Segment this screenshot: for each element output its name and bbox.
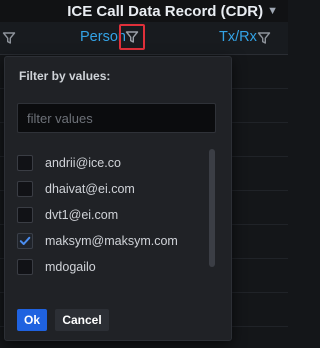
list-item[interactable]: andrii@ice.co <box>17 153 121 173</box>
cancel-button[interactable]: Cancel <box>55 309 109 331</box>
value-label: dvt1@ei.com <box>45 208 119 222</box>
checkmark-icon <box>19 236 31 245</box>
list-item[interactable]: dhaivat@ei.com <box>17 179 135 199</box>
checkbox[interactable] <box>17 259 33 275</box>
value-label: andrii@ice.co <box>45 156 121 170</box>
list-item[interactable]: mdogailo <box>17 257 96 277</box>
list-item[interactable]: maksym@maksym.com <box>17 231 178 251</box>
checkbox[interactable] <box>17 207 33 223</box>
funnel-icon <box>125 31 139 43</box>
value-list: andrii@ice.co dhaivat@ei.com dvt1@ei.com… <box>17 149 207 283</box>
panel-header: ICE Call Data Record (CDR) ▼ <box>0 0 288 22</box>
panel-title: ICE Call Data Record (CDR) <box>67 2 264 20</box>
filter-values-input[interactable] <box>17 103 216 133</box>
ok-button[interactable]: Ok <box>17 309 47 331</box>
person-filter-button[interactable] <box>119 24 145 50</box>
column-header-tx-rx[interactable]: Tx/Rx <box>219 29 257 45</box>
scrollbar[interactable] <box>209 149 215 267</box>
filter-popup: Filter by values: andrii@ice.co dhaivat@… <box>4 56 232 341</box>
panel-title-menu[interactable]: ICE Call Data Record (CDR) ▼ <box>67 1 278 21</box>
checkbox[interactable] <box>17 155 33 171</box>
popup-title: Filter by values: <box>19 69 111 83</box>
value-label: mdogailo <box>45 260 96 274</box>
table-header: Person Tx/Rx <box>0 22 288 55</box>
funnel-icon[interactable] <box>257 31 271 45</box>
checkbox[interactable] <box>17 181 33 197</box>
funnel-icon[interactable] <box>2 31 16 45</box>
checkbox-checked[interactable] <box>17 233 33 249</box>
value-label: dhaivat@ei.com <box>45 182 135 196</box>
scrollbar-thumb[interactable] <box>209 149 215 267</box>
value-label: maksym@maksym.com <box>45 234 178 248</box>
chevron-down-icon: ▼ <box>267 5 278 17</box>
list-item[interactable]: dvt1@ei.com <box>17 205 118 225</box>
